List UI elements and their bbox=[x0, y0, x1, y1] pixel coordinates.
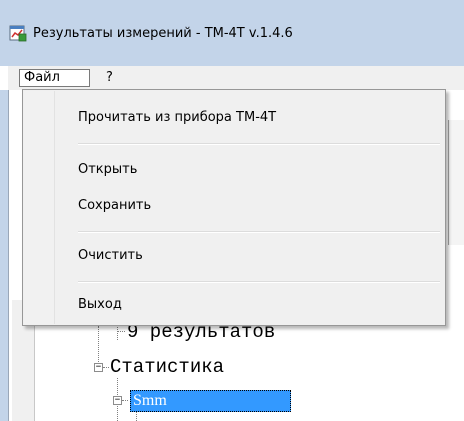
tree-connector bbox=[103, 367, 109, 368]
collapse-icon[interactable]: − bbox=[94, 363, 103, 372]
tree-item-statistics[interactable]: Статистика bbox=[110, 357, 224, 377]
menu-separator bbox=[78, 281, 440, 283]
tree-item-smm[interactable]: Smm bbox=[130, 390, 291, 412]
menu-item-open[interactable]: Открыть bbox=[78, 162, 137, 178]
menu-icon-gutter bbox=[24, 91, 55, 324]
tree-connector bbox=[117, 331, 125, 332]
menu-item-clear[interactable]: Очистить bbox=[78, 248, 143, 264]
menu-item-save[interactable]: Сохранить bbox=[78, 198, 151, 214]
menu-separator bbox=[78, 231, 440, 233]
menu-item-read-device[interactable]: Прочитать из прибора ТМ-4Т bbox=[78, 110, 276, 126]
tree-connector bbox=[136, 412, 137, 421]
menu-separator bbox=[78, 143, 440, 145]
tree-connector bbox=[122, 400, 128, 401]
collapse-icon[interactable]: − bbox=[113, 396, 122, 405]
menu-item-exit[interactable]: Выход bbox=[78, 297, 122, 313]
